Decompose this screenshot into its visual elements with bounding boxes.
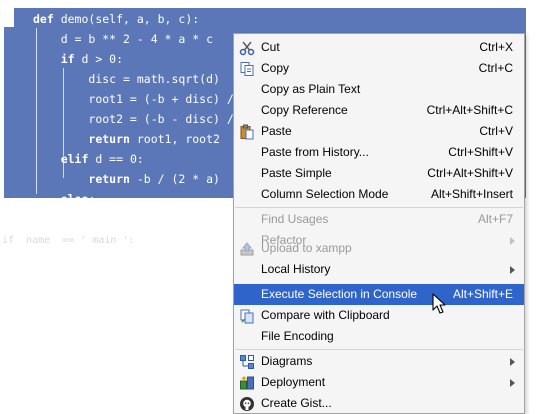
menu-item-label: Column Selection Mode xyxy=(261,187,389,201)
menu-item-shortcut: Alt+Shift+E xyxy=(452,287,513,301)
submenu-arrow-icon xyxy=(510,358,515,366)
menu-item-upload-to-xampp[interactable]: Upload to xampp xyxy=(234,238,524,259)
menu-item-label: Deployment xyxy=(261,375,326,389)
menu-item-label: Find Usages xyxy=(261,212,329,226)
menu-item-paste-simple[interactable]: Paste Simple Ctrl+Alt+Shift+V xyxy=(234,163,524,184)
menu-item-diagrams[interactable]: Diagrams xyxy=(234,351,524,372)
compare-clipboard-icon xyxy=(240,309,254,324)
menu-item-shortcut: Ctrl+C xyxy=(478,61,513,75)
mouse-pointer-icon xyxy=(432,293,446,314)
menu-item-label: Paste Simple xyxy=(261,166,332,180)
menu-item-label: Upload to xampp xyxy=(261,241,352,255)
menu-item-label: Compare with Clipboard xyxy=(261,308,390,322)
menu-item-compare-with-clipboard[interactable]: Compare with Clipboard xyxy=(234,305,524,326)
menu-item-copy-reference[interactable]: Copy Reference Ctrl+Alt+Shift+C xyxy=(234,100,524,121)
menu-item-label: Paste xyxy=(261,124,292,138)
menu-item-label: Execute Selection in Console xyxy=(261,287,418,301)
deployment-icon xyxy=(240,376,254,390)
menu-item-deployment[interactable]: Deployment xyxy=(234,372,524,393)
menu-item-label: Diagrams xyxy=(261,354,313,368)
menu-item-shortcut: Ctrl+V xyxy=(479,124,513,138)
context-menu: Cut Ctrl+X Copy Ctrl+C Copy as Plain Tex… xyxy=(233,33,525,414)
menu-item-label: Copy xyxy=(261,61,290,75)
menu-item-paste-from-history[interactable]: Paste from History... Ctrl+Shift+V xyxy=(234,142,524,163)
menu-item-label: Create Gist... xyxy=(261,396,332,410)
menu-item-file-encoding[interactable]: File Encoding xyxy=(234,326,524,347)
github-icon xyxy=(240,397,254,411)
menu-item-shortcut: Ctrl+Shift+V xyxy=(448,145,513,159)
menu-item-label: Cut xyxy=(261,40,280,54)
menu-item-local-history[interactable]: Local History xyxy=(234,259,524,280)
faded-code-line: if name == ' main ': xyxy=(2,235,135,246)
menu-item-find-usages[interactable]: Find Usages Alt+F7 xyxy=(234,209,524,230)
code-line[interactable]: d = b ** 2 - 4 * a * c xyxy=(33,29,213,49)
submenu-arrow-icon xyxy=(510,266,515,274)
menu-item-paste[interactable]: Paste Ctrl+V xyxy=(234,121,524,142)
menu-item-label: Paste from History... xyxy=(261,145,369,159)
menu-separator xyxy=(235,207,523,208)
code-line[interactable]: disc = math.sqrt(d) xyxy=(33,69,220,89)
menu-separator xyxy=(235,349,523,350)
upload-icon xyxy=(240,242,254,256)
diagrams-icon xyxy=(240,355,254,369)
menu-item-label: Copy as Plain Text xyxy=(261,82,361,96)
menu-item-execute-selection-in-console[interactable]: Execute Selection in Console Alt+Shift+E xyxy=(234,284,524,305)
menu-item-label: Copy Reference xyxy=(261,103,348,117)
code-line[interactable]: root2 = (-b - disc) / xyxy=(33,109,233,129)
code-line[interactable]: return -b / (2 * a) xyxy=(33,169,220,189)
code-line[interactable]: else: xyxy=(33,189,96,209)
menu-item-shortcut: Alt+Shift+Insert xyxy=(430,187,513,201)
menu-item-cut[interactable]: Cut Ctrl+X xyxy=(234,37,524,58)
copy-icon xyxy=(240,62,254,76)
submenu-arrow-icon xyxy=(510,379,515,387)
code-line[interactable]: return root1, root2 xyxy=(33,129,220,149)
menu-item-label: Local History xyxy=(261,262,331,276)
menu-item-shortcut: Ctrl+Alt+Shift+V xyxy=(427,166,513,180)
gutter-gap xyxy=(0,8,14,27)
code-line[interactable]: if d > 0: xyxy=(33,49,123,69)
scissors-icon xyxy=(239,41,255,56)
menu-item-copy-as-plain-text[interactable]: Copy as Plain Text xyxy=(234,79,524,100)
menu-item-shortcut: Ctrl+X xyxy=(479,40,513,54)
menu-item-create-gist[interactable]: Create Gist... xyxy=(234,393,524,414)
menu-item-copy[interactable]: Copy Ctrl+C xyxy=(234,58,524,79)
menu-item-label: File Encoding xyxy=(261,329,334,343)
code-line[interactable]: root1 = (-b + disc) / xyxy=(33,89,233,109)
menu-item-shortcut: Alt+F7 xyxy=(477,212,513,226)
code-line[interactable]: elif d == 0: xyxy=(33,149,144,169)
code-line[interactable]: return "This equation xyxy=(33,209,233,229)
menu-item-column-selection-mode[interactable]: Column Selection Mode Alt+Shift+Insert xyxy=(234,184,524,205)
code-line[interactable]: def demo(self, a, b, c): xyxy=(33,9,199,29)
paste-icon xyxy=(240,124,254,140)
menu-item-shortcut: Ctrl+Alt+Shift+C xyxy=(426,103,513,117)
